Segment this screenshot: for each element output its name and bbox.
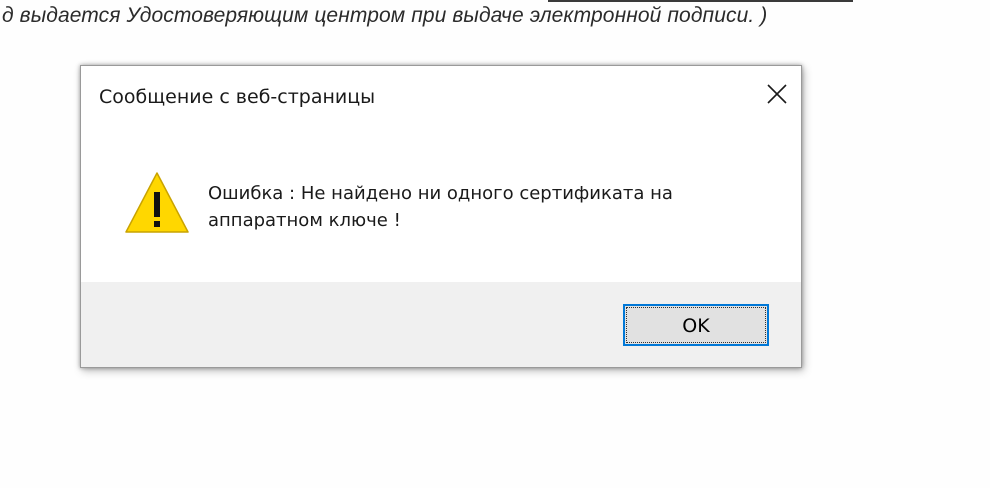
close-button[interactable]: [755, 66, 801, 124]
dialog-title: Сообщение с веб-страницы: [99, 86, 376, 108]
ok-button-label: OK: [682, 315, 710, 337]
dialog-body: Ошибка : Не найдено ни одного сертификат…: [81, 126, 801, 282]
warning-icon: [125, 172, 189, 233]
message-dialog: Сообщение с веб-страницы Ошибка : Не най…: [80, 65, 802, 368]
page-text-underline: [548, 0, 853, 2]
close-icon: [767, 84, 787, 104]
background-page-text: д выдается Удостоверяющим центром при вы…: [2, 4, 768, 27]
dialog-button-bar: OK: [81, 282, 801, 367]
dialog-title-bar[interactable]: Сообщение с веб-страницы: [81, 66, 801, 126]
error-message: Ошибка : Не найдено ни одного сертификат…: [208, 180, 768, 234]
error-message-line-1: Ошибка : Не найдено ни одного сертификат…: [208, 183, 673, 204]
ok-button[interactable]: OK: [623, 304, 769, 346]
error-message-line-2: аппаратном ключе !: [208, 210, 401, 231]
